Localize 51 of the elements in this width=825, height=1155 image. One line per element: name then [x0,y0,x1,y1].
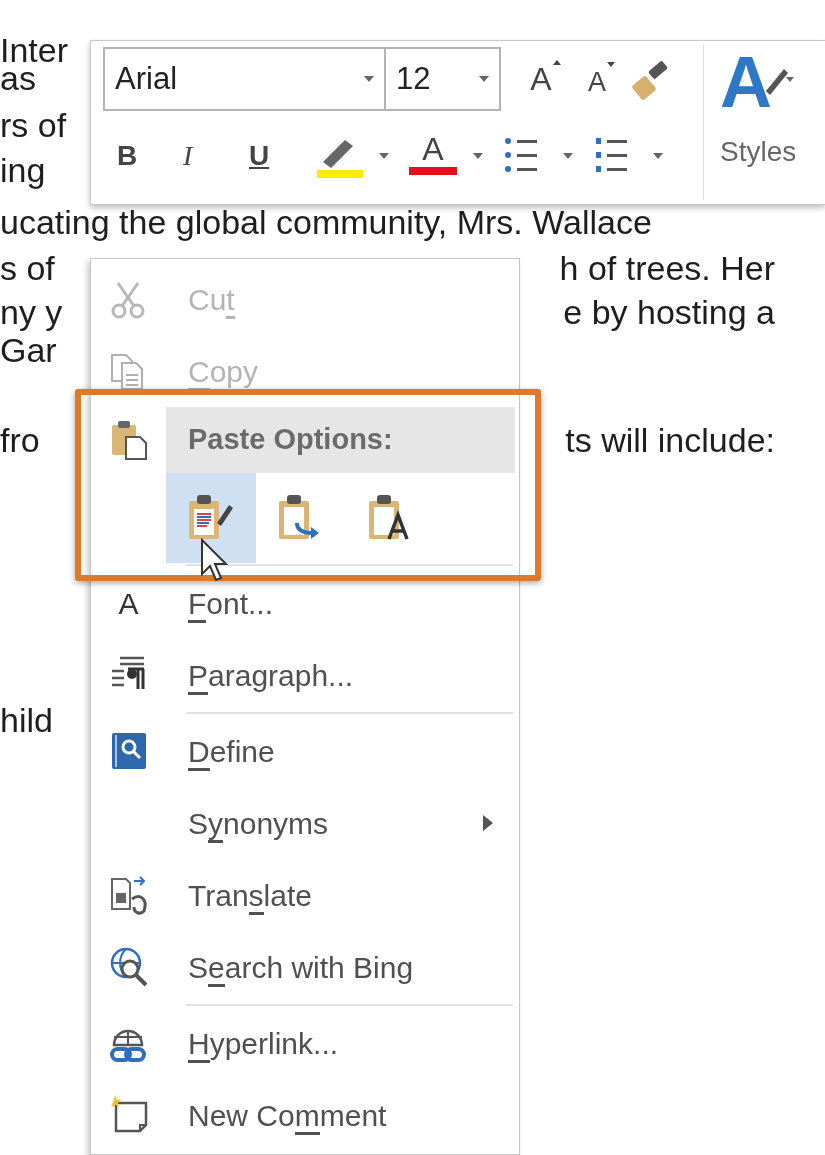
font-size-combobox[interactable]: 12 [386,47,501,111]
font-color-button[interactable]: A [407,131,459,181]
menu-item[interactable]: A Font... [91,567,519,639]
document-text: s of [0,248,55,288]
caret-icon [563,153,573,159]
clipboard-icon [111,421,147,460]
globe-search-icon [110,947,147,987]
caret-icon [364,76,374,82]
new-comment-icon [110,1095,147,1133]
document-text: Gar [0,331,57,370]
paste-option-button[interactable] [166,473,256,563]
menu-item[interactable]: Hyperlink... [91,1007,519,1079]
globe-link-icon [109,1029,146,1062]
menu-item[interactable]: Define [91,715,519,787]
translate-icon [110,876,147,915]
menu-item[interactable]: Synonyms [91,787,519,859]
font-name-combobox[interactable]: Arial [103,47,386,111]
document-text: ts will include: [565,420,775,460]
paste-text-only-icon [369,495,409,541]
menu-item[interactable]: New Comment [91,1079,519,1151]
submenu-arrow-icon [483,815,493,831]
document-text: hild [0,700,53,740]
document-text: ucating the global community, Mrs. Wallace [0,202,652,242]
document-text: fro [0,420,40,460]
bold-button[interactable]: B [117,131,183,181]
caret-icon [653,153,663,159]
menu-item[interactable]: Paragraph... [91,639,519,711]
caret-icon [479,76,489,82]
underline-button[interactable]: U [249,131,315,181]
grow-font-button[interactable]: A [519,54,563,104]
italic-button[interactable]: I [183,131,249,181]
scissors-icon [111,281,144,319]
document-text: e by hosting a [563,292,775,332]
document-text: ing [0,150,46,190]
shrink-font-button[interactable]: A [577,54,617,104]
font-icon: A [118,580,139,626]
styles-button[interactable]: A Styles [704,41,797,204]
paragraph-icon [110,656,145,691]
section-header: Paste Options: [166,407,515,473]
document-text: ny y [0,292,63,332]
menu-item[interactable]: Translate [91,859,519,931]
caret-icon [379,153,389,159]
mouse-pointer-icon [200,538,230,584]
book-icon [111,733,146,769]
copy-icon [110,354,143,390]
caret-icon [473,153,483,159]
menu-item[interactable]: Search with Bing [91,931,519,1003]
paste-keep-formatting-icon [189,495,233,539]
document-text: h of trees. Her [559,248,775,288]
paste-merge-icon [279,495,319,539]
document-text: rs of [0,105,67,145]
